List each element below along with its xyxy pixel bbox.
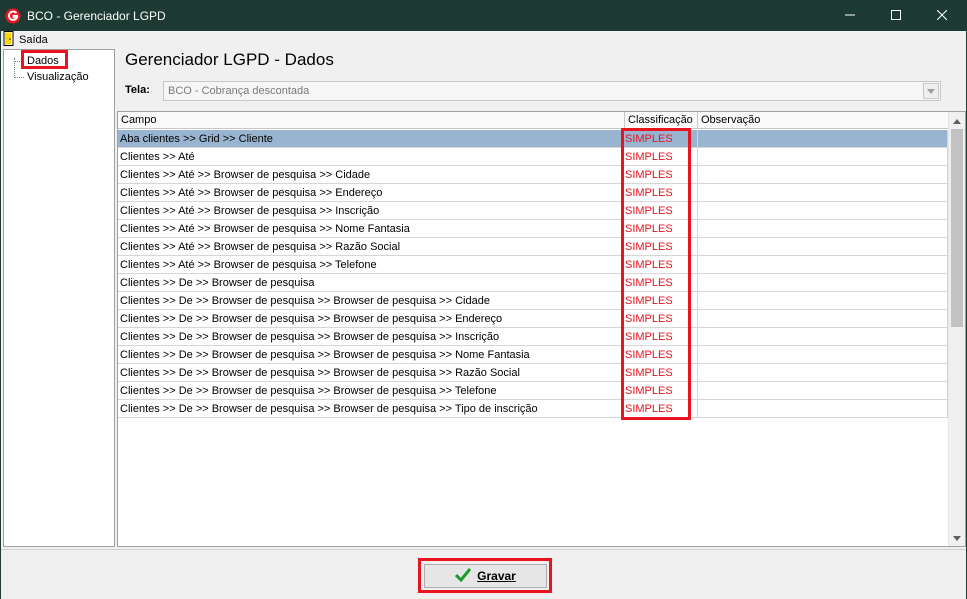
tela-select[interactable]: BCO - Cobrança descontada <box>163 81 941 101</box>
scroll-up-button[interactable] <box>949 112 965 129</box>
observacao-cell[interactable] <box>698 274 948 292</box>
tree-connector <box>14 77 24 78</box>
column-header-classificacao[interactable]: Classificação <box>625 112 698 129</box>
table-row[interactable]: Clientes >> De >> Browser de pesquisa >>… <box>118 364 948 382</box>
campo-cell[interactable]: Clientes >> De >> Browser de pesquisa <box>118 274 623 292</box>
vertical-scrollbar[interactable] <box>948 112 965 546</box>
table-row[interactable]: Clientes >> De >> Browser de pesquisa SIM… <box>118 274 948 292</box>
campo-cell[interactable]: Aba clientes >> Grid >> Cliente <box>118 130 623 148</box>
minimize-icon <box>845 10 855 23</box>
observacao-cell[interactable] <box>698 148 948 166</box>
chevron-down-icon[interactable] <box>923 83 939 99</box>
tela-label: Tela: <box>125 84 150 96</box>
campo-cell[interactable]: Clientes >> De >> Browser de pesquisa >>… <box>118 382 623 400</box>
campo-cell[interactable]: Clientes >> Até >> Browser de pesquisa >… <box>118 184 623 202</box>
observacao-cell[interactable] <box>698 184 948 202</box>
chevron-down-icon <box>953 532 961 544</box>
maximize-icon <box>891 9 901 23</box>
highlight-box <box>621 128 691 420</box>
table-row[interactable]: Clientes >> Até >> Browser de pesquisa >… <box>118 202 948 220</box>
minimize-button[interactable] <box>827 1 873 31</box>
table-row[interactable]: Clientes >> Até SIMPLES <box>118 148 948 166</box>
observacao-cell[interactable] <box>698 130 948 148</box>
table-row[interactable]: Clientes >> De >> Browser de pesquisa >>… <box>118 346 948 364</box>
highlight-box <box>418 558 552 593</box>
observacao-cell[interactable] <box>698 166 948 184</box>
table-row[interactable]: Clientes >> De >> Browser de pesquisa >>… <box>118 328 948 346</box>
table-row[interactable]: Aba clientes >> Grid >> Cliente SIMPLES <box>118 130 948 148</box>
data-grid: Campo Classificação Observação Aba clien… <box>117 111 966 547</box>
table-row[interactable]: Clientes >> Até >> Browser de pesquisa >… <box>118 184 948 202</box>
table-row[interactable]: Clientes >> De >> Browser de pesquisa >>… <box>118 310 948 328</box>
campo-cell[interactable]: Clientes >> De >> Browser de pesquisa >>… <box>118 292 623 310</box>
observacao-cell[interactable] <box>698 202 948 220</box>
app-window: BCO - Gerenciador LGPD Saída Dados Visua… <box>0 0 967 599</box>
campo-cell[interactable]: Clientes >> De >> Browser de pesquisa >>… <box>118 310 623 328</box>
observacao-cell[interactable] <box>698 328 948 346</box>
navigation-tree: Dados Visualização <box>3 49 115 547</box>
highlight-box <box>21 50 68 69</box>
column-header-campo[interactable]: Campo <box>118 112 625 129</box>
campo-cell[interactable]: Clientes >> De >> Browser de pesquisa >>… <box>118 364 623 382</box>
grid-header: Campo Classificação Observação <box>118 112 950 129</box>
campo-cell[interactable]: Clientes >> De >> Browser de pesquisa >>… <box>118 346 623 364</box>
footer-bar: Gravar <box>1 549 966 599</box>
main-content: Gerenciador LGPD - Dados Tela: BCO - Cob… <box>117 49 966 547</box>
title-bar[interactable]: BCO - Gerenciador LGPD <box>1 1 966 31</box>
observacao-cell[interactable] <box>698 292 948 310</box>
table-row[interactable]: Clientes >> Até >> Browser de pesquisa >… <box>118 256 948 274</box>
close-button[interactable] <box>919 1 965 31</box>
observacao-cell[interactable] <box>698 238 948 256</box>
observacao-cell[interactable] <box>698 256 948 274</box>
observacao-cell[interactable] <box>698 346 948 364</box>
maximize-button[interactable] <box>873 1 919 31</box>
table-row[interactable]: Clientes >> Até >> Browser de pesquisa >… <box>118 238 948 256</box>
scroll-thumb[interactable] <box>951 129 963 327</box>
table-row[interactable]: Clientes >> De >> Browser de pesquisa >>… <box>118 292 948 310</box>
exit-label: Saída <box>19 34 48 46</box>
campo-cell[interactable]: Clientes >> Até >> Browser de pesquisa >… <box>118 256 623 274</box>
campo-cell[interactable]: Clientes >> Até >> Browser de pesquisa >… <box>118 238 623 256</box>
column-header-observacao[interactable]: Observação <box>698 112 950 129</box>
app-logo-icon <box>5 8 21 24</box>
exit-menu-item[interactable]: Saída <box>3 31 48 49</box>
menu-bar: Saída <box>1 31 966 49</box>
observacao-cell[interactable] <box>698 382 948 400</box>
campo-cell[interactable]: Clientes >> Até <box>118 148 623 166</box>
exit-door-icon <box>3 31 15 49</box>
observacao-cell[interactable] <box>698 310 948 328</box>
observacao-cell[interactable] <box>698 400 948 418</box>
campo-cell[interactable]: Clientes >> Até >> Browser de pesquisa >… <box>118 220 623 238</box>
table-row[interactable]: Clientes >> Até >> Browser de pesquisa >… <box>118 220 948 238</box>
campo-cell[interactable]: Clientes >> De >> Browser de pesquisa >>… <box>118 328 623 346</box>
campo-cell[interactable]: Clientes >> Até >> Browser de pesquisa >… <box>118 166 623 184</box>
table-row[interactable]: Clientes >> De >> Browser de pesquisa >>… <box>118 382 948 400</box>
table-row[interactable]: Clientes >> De >> Browser de pesquisa >>… <box>118 400 948 418</box>
table-row[interactable]: Clientes >> Até >> Browser de pesquisa >… <box>118 166 948 184</box>
scroll-down-button[interactable] <box>949 529 965 546</box>
tela-select-value: BCO - Cobrança descontada <box>168 85 310 97</box>
observacao-cell[interactable] <box>698 220 948 238</box>
page-title: Gerenciador LGPD - Dados <box>125 50 334 69</box>
close-icon <box>936 9 948 23</box>
window-title: BCO - Gerenciador LGPD <box>27 9 166 23</box>
observacao-cell[interactable] <box>698 364 948 382</box>
chevron-up-icon <box>953 115 961 127</box>
tree-item-visualizacao[interactable]: Visualização <box>27 71 89 83</box>
campo-cell[interactable]: Clientes >> Até >> Browser de pesquisa >… <box>118 202 623 220</box>
campo-cell[interactable]: Clientes >> De >> Browser de pesquisa >>… <box>118 400 623 418</box>
